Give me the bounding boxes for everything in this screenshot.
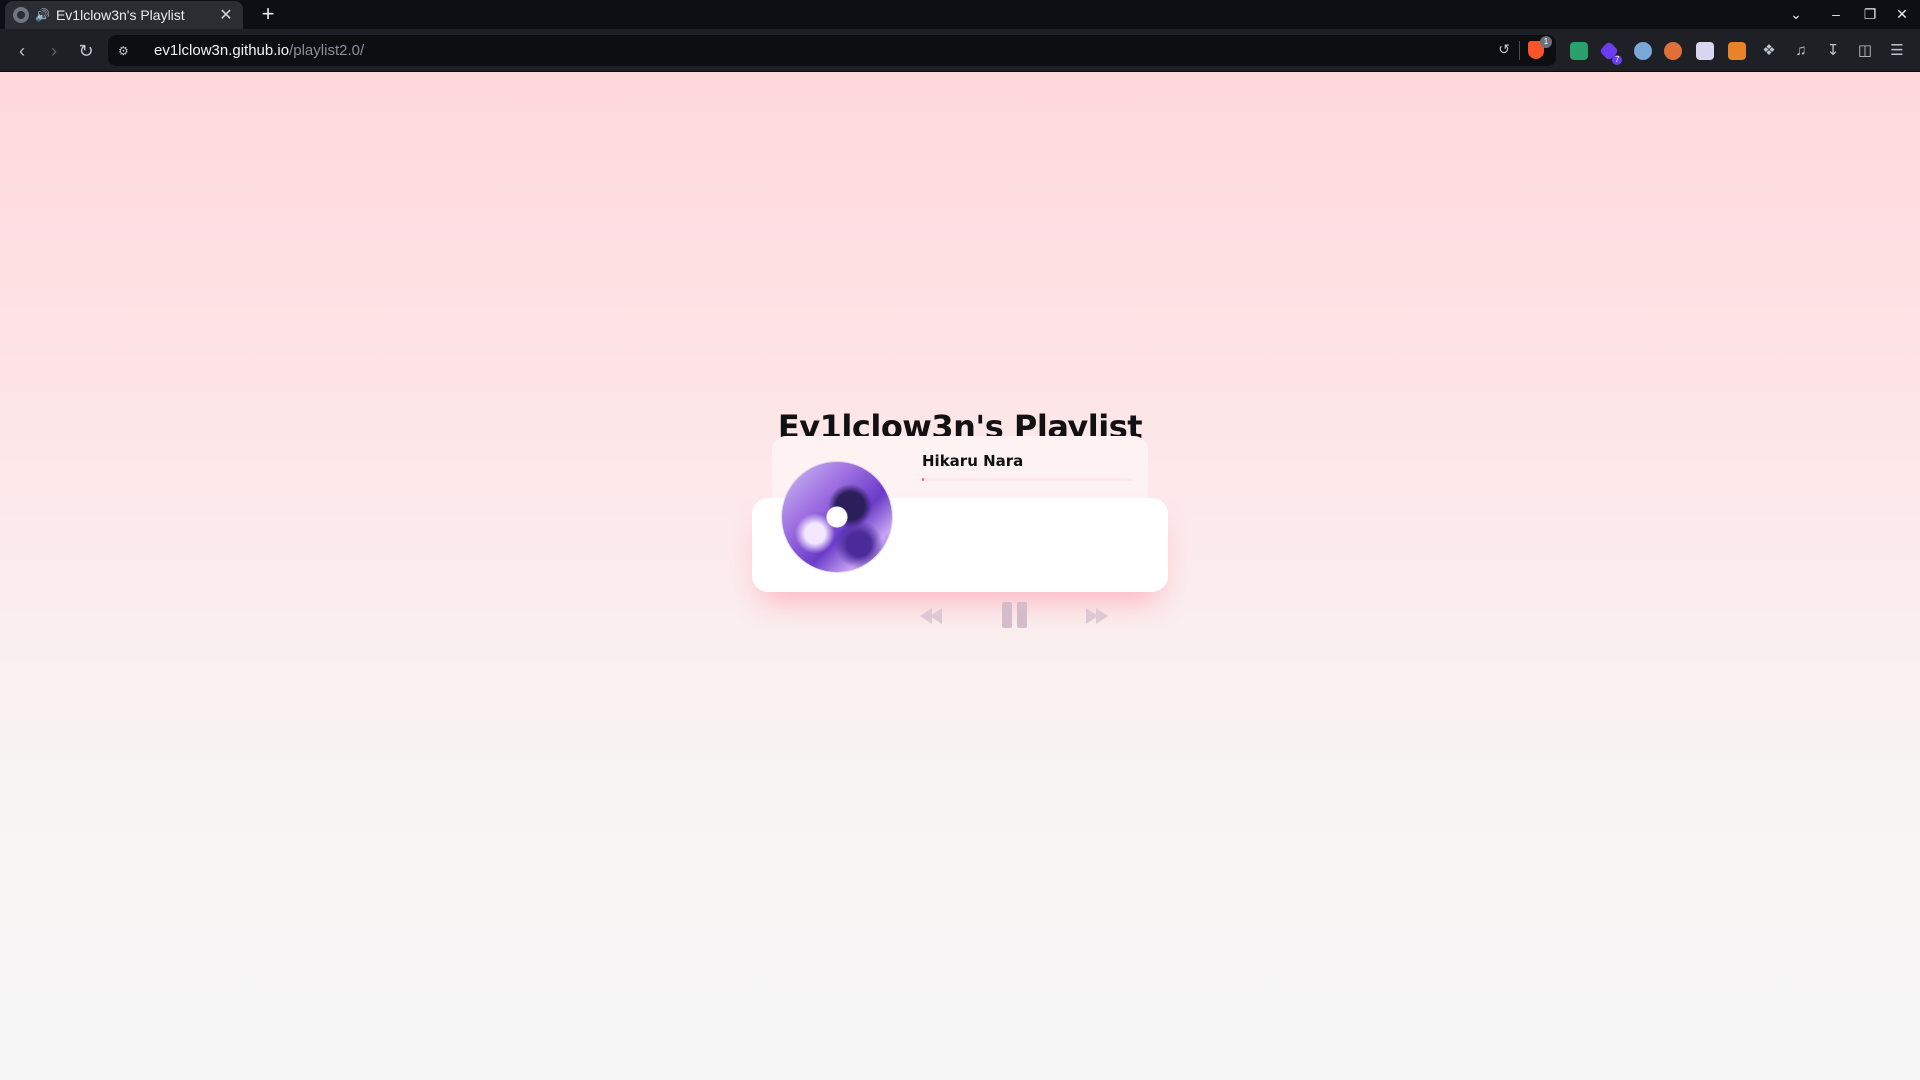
url-path: /playlist2.0/: [289, 42, 365, 59]
sidebar-icon[interactable]: ◫: [1855, 41, 1875, 61]
shields-count-badge: 1: [1540, 36, 1552, 48]
downloads-icon[interactable]: ↧: [1823, 41, 1843, 61]
url-separator: [1519, 41, 1520, 60]
globe-icon: [13, 7, 29, 23]
progress-bar[interactable]: [922, 478, 1132, 481]
reload-button[interactable]: ↻: [74, 39, 98, 63]
tab-search-dropdown-icon[interactable]: ⌄: [1784, 2, 1808, 26]
next-track-button[interactable]: [1084, 604, 1112, 628]
extension-camera-icon[interactable]: [1696, 42, 1714, 60]
menu-icon[interactable]: ☰: [1887, 41, 1907, 61]
tab-close-icon[interactable]: ✕: [217, 5, 235, 25]
forward-button[interactable]: ›: [42, 39, 66, 63]
extension-badge: 7: [1612, 55, 1623, 65]
album-art-disc: [782, 462, 892, 572]
url-host: ev1lclow3n.github.io: [154, 42, 290, 59]
pause-icon-bar: [1017, 602, 1027, 628]
extension-monitor-icon[interactable]: [1570, 42, 1588, 60]
extension-cookie-icon[interactable]: [1664, 42, 1682, 60]
restore-button[interactable]: ❐: [1858, 2, 1882, 26]
minimize-button[interactable]: –: [1824, 2, 1848, 26]
rewind-icon-second: [930, 608, 942, 624]
progress-fill: [922, 478, 924, 481]
share-icon[interactable]: ↺: [1498, 41, 1510, 58]
song-title: Hikaru Nara: [922, 452, 1024, 470]
extension-fox-icon[interactable]: [1728, 42, 1746, 60]
tab-strip: 🔊 Ev1lclow3n's Playlist ✕ + ⌄ – ❐ ✕: [0, 0, 1920, 29]
browser-tab[interactable]: 🔊 Ev1lclow3n's Playlist ✕: [5, 1, 243, 29]
pause-icon: [1002, 602, 1012, 628]
fast-forward-icon-second: [1096, 608, 1108, 624]
extensions-puzzle-icon[interactable]: ❖: [1759, 41, 1779, 61]
browser-toolbar: ‹ › ↻ ⚙ ev1lclow3n.github.io/playlist2.0…: [0, 29, 1920, 72]
new-tab-button[interactable]: +: [256, 2, 280, 26]
pause-button[interactable]: [1000, 600, 1030, 630]
extension-cloud-icon[interactable]: [1634, 42, 1652, 60]
media-music-icon[interactable]: ♫: [1791, 41, 1811, 61]
back-button[interactable]: ‹: [10, 39, 34, 63]
audio-playing-icon[interactable]: 🔊: [35, 8, 50, 22]
tab-title: Ev1lclow3n's Playlist: [55, 7, 185, 23]
close-window-button[interactable]: ✕: [1890, 2, 1914, 26]
site-info-icon[interactable]: ⚙: [118, 44, 140, 58]
previous-track-button[interactable]: [918, 604, 946, 628]
address-bar[interactable]: ⚙ ev1lclow3n.github.io/playlist2.0/ ↺ 1: [108, 35, 1556, 66]
